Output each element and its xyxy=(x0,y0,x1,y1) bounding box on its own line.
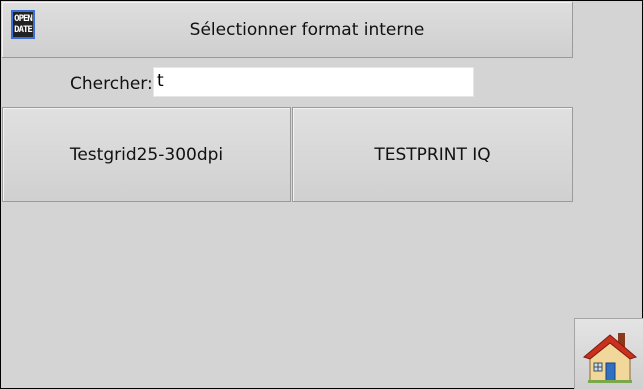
format-button-testprint[interactable]: TESTPRINT IQ xyxy=(292,107,573,202)
format-button-testgrid[interactable]: Testgrid25-300dpi xyxy=(2,107,291,202)
search-label: Chercher: xyxy=(70,74,153,94)
search-input[interactable]: t xyxy=(153,67,474,97)
opendate-logo: OPEN DATE xyxy=(11,10,35,39)
search-row: Chercher: t xyxy=(2,58,572,106)
logo-text-top: OPEN xyxy=(14,14,33,24)
logo-text-bottom: DATE xyxy=(14,25,33,35)
header-bar: OPEN DATE Sélectionner format interne xyxy=(2,2,573,58)
home-icon xyxy=(582,333,638,383)
page-title: Sélectionner format interne xyxy=(189,20,425,40)
app-window: OPEN DATE Sélectionner format interne Ch… xyxy=(0,0,643,389)
home-button[interactable] xyxy=(574,318,643,389)
